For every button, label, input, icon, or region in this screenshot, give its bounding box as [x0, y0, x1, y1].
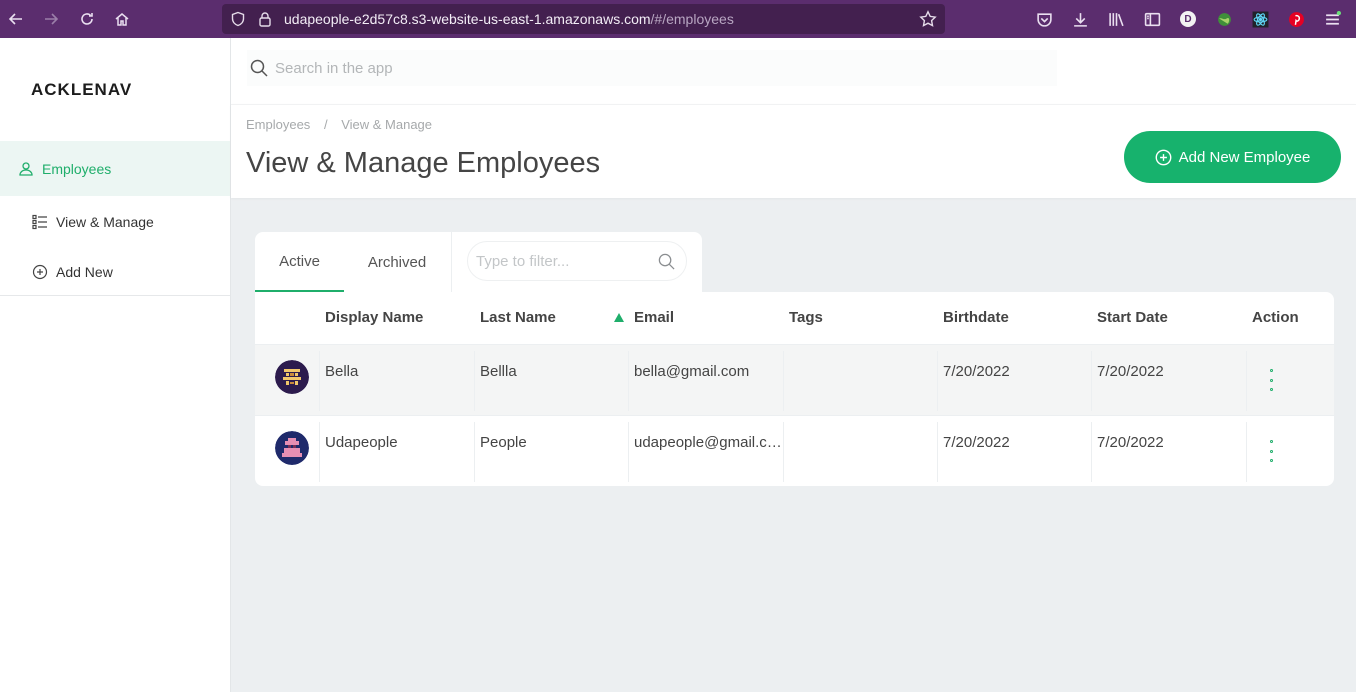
download-icon[interactable] — [1070, 9, 1090, 29]
more-actions-icon[interactable] — [1265, 369, 1277, 391]
extension-globe-icon[interactable] — [1214, 9, 1234, 29]
reload-icon[interactable] — [77, 9, 97, 29]
breadcrumb: Employees / View & Manage — [246, 117, 432, 132]
sidebar-item-add-new[interactable]: Add New — [0, 252, 230, 292]
search-icon — [250, 59, 268, 77]
lock-icon[interactable] — [258, 11, 272, 27]
browser-toolbar: udapeople-e2d57c8.s3-website-us-east-1.a… — [0, 0, 1356, 38]
sidebar-item-label: Employees — [42, 160, 112, 177]
avatar[interactable] — [275, 360, 309, 394]
cell-birthdate: 7/20/2022 — [943, 434, 1010, 451]
cell-display-name: Bella — [325, 363, 359, 380]
plus-circle-icon — [1155, 149, 1172, 165]
tab-divider — [451, 232, 452, 292]
tab-archived[interactable]: Archived — [344, 232, 450, 292]
column-divider — [937, 351, 938, 411]
sidebar: ACKLENAVENUE Employees View & Manage Add… — [0, 38, 231, 692]
shield-icon[interactable] — [230, 11, 246, 27]
column-divider — [319, 422, 320, 482]
column-divider — [474, 351, 475, 411]
breadcrumb-item-view-manage: View & Manage — [341, 117, 433, 132]
url-path: /#/employees — [650, 11, 734, 27]
search-input[interactable] — [275, 59, 975, 77]
cell-display-name: Udapeople — [325, 434, 398, 451]
back-icon[interactable] — [6, 9, 26, 29]
column-header-last-name[interactable]: Last Name — [480, 309, 556, 326]
avatar[interactable] — [275, 431, 309, 465]
cell-email: bella@gmail.com — [634, 363, 750, 380]
table-row[interactable]: Udapeople People udapeople@gmail.c… 7/20… — [255, 415, 1334, 486]
add-new-employee-button[interactable]: Add New Employee — [1124, 131, 1341, 183]
profile-avatar[interactable]: D — [1178, 9, 1198, 29]
pocket-icon[interactable] — [1034, 9, 1054, 29]
column-header-action: Action — [1252, 309, 1299, 326]
column-header-tags[interactable]: Tags — [789, 309, 823, 326]
user-icon — [18, 161, 34, 177]
forward-icon[interactable] — [41, 9, 61, 29]
cell-start-date: 7/20/2022 — [1097, 434, 1164, 451]
plus-circle-icon — [32, 264, 48, 280]
url-text[interactable]: udapeople-e2d57c8.s3-website-us-east-1.a… — [284, 11, 734, 27]
sidebar-toggle-icon[interactable] — [1142, 9, 1162, 29]
tabs-bar: Active Archived — [255, 232, 702, 292]
column-divider — [1246, 351, 1247, 411]
column-header-email[interactable]: Email — [634, 309, 674, 326]
library-icon[interactable] — [1106, 9, 1126, 29]
breadcrumb-separator: / — [323, 117, 328, 132]
sidebar-item-employees[interactable]: Employees — [0, 141, 230, 196]
cell-birthdate: 7/20/2022 — [943, 363, 1010, 380]
column-header-display-name[interactable]: Display Name — [325, 309, 423, 326]
column-divider — [628, 422, 629, 482]
cell-email: udapeople@gmail.c… — [634, 434, 782, 451]
column-header-birthdate[interactable]: Birthdate — [943, 309, 1009, 326]
react-devtools-icon[interactable] — [1250, 9, 1270, 29]
tab-active[interactable]: Active — [255, 232, 344, 292]
column-divider — [783, 422, 784, 482]
list-icon — [32, 214, 48, 230]
address-bar[interactable]: udapeople-e2d57c8.s3-website-us-east-1.a… — [222, 4, 945, 34]
cell-last-name: People — [480, 434, 527, 451]
table-row[interactable]: Bella Bellla bella@gmail.com 7/20/2022 7… — [255, 344, 1334, 415]
column-divider — [1246, 422, 1247, 482]
column-divider — [1091, 422, 1092, 482]
page-title: View & Manage Employees — [246, 147, 601, 179]
column-divider — [937, 422, 938, 482]
cell-last-name: Bellla — [480, 363, 517, 380]
add-button-label: Add New Employee — [1178, 148, 1311, 166]
filter-input[interactable] — [476, 252, 656, 270]
page-header: Employees / View & Manage View & Manage … — [231, 104, 1356, 198]
logo[interactable]: ACKLENAVENUE — [31, 80, 131, 100]
search-bar[interactable] — [247, 50, 1057, 86]
sidebar-divider — [0, 295, 230, 296]
sidebar-item-label: View & Manage — [56, 214, 154, 230]
cell-start-date: 7/20/2022 — [1097, 363, 1164, 380]
column-divider — [783, 351, 784, 411]
url-host: udapeople-e2d57c8.s3-website-us-east-1.a… — [284, 11, 651, 27]
profile-initial: D — [1180, 11, 1196, 27]
sidebar-item-view-manage[interactable]: View & Manage — [0, 202, 230, 242]
more-actions-icon[interactable] — [1265, 440, 1277, 462]
column-divider — [1091, 351, 1092, 411]
sidebar-item-label: Add New — [56, 264, 113, 280]
menu-icon[interactable] — [1322, 9, 1342, 29]
filter-box[interactable] — [467, 241, 687, 281]
employees-table: Display Name Last Name Email Tags Birthd… — [255, 292, 1334, 486]
column-divider — [474, 422, 475, 482]
column-divider — [319, 351, 320, 411]
sort-ascending-icon[interactable] — [614, 313, 624, 322]
home-icon[interactable] — [112, 9, 132, 29]
column-divider — [628, 351, 629, 411]
breadcrumb-item-employees[interactable]: Employees — [246, 117, 310, 132]
pinterest-icon[interactable] — [1286, 9, 1306, 29]
column-header-start-date[interactable]: Start Date — [1097, 309, 1168, 326]
bookmark-star-icon[interactable] — [919, 10, 937, 28]
search-icon[interactable] — [657, 252, 676, 271]
top-bar — [231, 38, 1356, 104]
